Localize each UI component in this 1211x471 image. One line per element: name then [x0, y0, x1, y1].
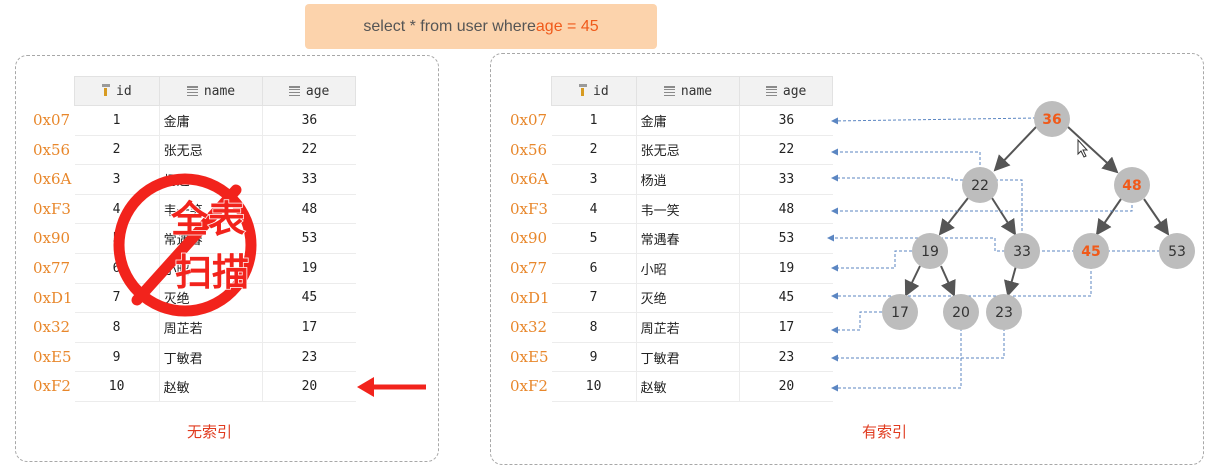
pointer-53: [827, 234, 1160, 252]
tree-node: 48: [1114, 167, 1150, 203]
stamp-line-2: 扫描: [175, 251, 249, 294]
scan-result-arrow: [357, 377, 426, 397]
tree-node-key: 23: [995, 305, 1013, 321]
diagram-overlay: 全表 扫描 36 22 48 19 33 45 53 17 20 23: [113, 101, 1195, 397]
tree-node: 20: [943, 294, 979, 330]
tree-node-key: 48: [1122, 178, 1141, 194]
no-index-caption: 无索引: [187, 423, 233, 441]
tree-node: 22: [962, 167, 998, 203]
tree-node-key: 22: [971, 178, 989, 194]
stamp-line-1: 全表: [170, 198, 245, 241]
tree-node: 33: [1004, 233, 1040, 269]
pointer-22: [831, 148, 981, 170]
pointer-45: [831, 266, 1092, 300]
tree-edge: [940, 265, 956, 297]
tree-edge: [938, 197, 969, 236]
tree-node: 53: [1159, 233, 1195, 269]
tree-node-key: 53: [1168, 244, 1186, 260]
full-table-scan-stamp: 全表 扫描: [113, 173, 257, 317]
pointer-19: [831, 250, 912, 272]
tree-edge: [1095, 198, 1122, 236]
tree-node: 23: [986, 294, 1022, 330]
tree-node: 19: [912, 233, 948, 269]
tree-node-key: 19: [921, 244, 939, 260]
tree-node-key: 20: [952, 305, 970, 321]
tree-node: 17: [882, 294, 918, 330]
tree-node-key: 33: [1013, 244, 1031, 260]
tree-node-key: 45: [1081, 244, 1100, 260]
tree-edge: [991, 197, 1017, 236]
pointer-17: [831, 311, 882, 334]
tree-node: 45: [1073, 233, 1109, 269]
tree-edge: [904, 265, 921, 297]
row-pointers: [827, 117, 1160, 392]
tree-edge: [993, 126, 1037, 172]
tree-edge: [1004, 265, 1020, 297]
tree-edge: [1067, 126, 1119, 174]
with-index-caption: 有索引: [862, 423, 908, 441]
pointer-23: [831, 328, 1005, 362]
tree-node-key: 17: [891, 305, 909, 321]
tree-edge: [1143, 198, 1170, 236]
tree-node: 36: [1034, 101, 1070, 137]
tree-node-key: 36: [1042, 112, 1061, 128]
pointer-36: [831, 117, 1037, 125]
